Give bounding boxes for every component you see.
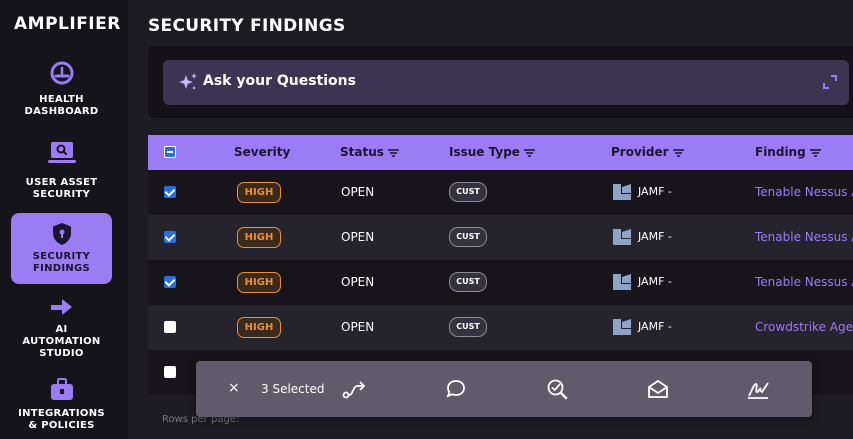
column-label: Severity: [234, 145, 291, 159]
ask-label: Ask your Questions: [203, 73, 356, 89]
column-label: Finding: [755, 145, 806, 159]
sidebar-item-label: SECURITY: [32, 189, 91, 200]
filter-icon[interactable]: [672, 148, 684, 157]
column-label: Provider: [611, 145, 669, 159]
expand-icon[interactable]: [823, 75, 837, 89]
verify-icon[interactable]: [546, 378, 568, 400]
sidebar-item-label: HEALTH: [39, 94, 84, 105]
status-text: OPEN: [341, 320, 375, 334]
column-label: Issue Type: [449, 145, 520, 159]
sidebar-item-label: FINDINGS: [32, 263, 91, 274]
jamf-logo-icon: [613, 319, 631, 335]
mail-open-icon[interactable]: [647, 378, 669, 400]
select-all-checkbox[interactable]: [164, 146, 176, 158]
column-finding[interactable]: Finding: [755, 145, 821, 159]
sidebar-item-label: AUTOMATION: [22, 336, 101, 347]
severity-badge: HIGH: [237, 227, 281, 248]
toolbox-icon: [50, 378, 73, 400]
signature-icon[interactable]: [747, 378, 769, 400]
provider-name: JAMF -: [638, 320, 672, 333]
table-header: Severity Status Issue Type Provider Find…: [148, 135, 853, 170]
column-label: Status: [340, 145, 384, 159]
laptop-search-icon: [47, 142, 76, 163]
column-provider[interactable]: Provider: [611, 145, 684, 159]
issue-type-badge: CUST: [449, 272, 487, 292]
sidebar-item-label: STUDIO: [39, 348, 84, 359]
shield-lock-icon: [52, 223, 71, 245]
finding-link[interactable]: Tenable Nessus A: [755, 185, 853, 199]
filter-icon[interactable]: [523, 148, 535, 157]
sidebar-item-label: SECURITY: [32, 251, 91, 262]
provider-name: JAMF -: [638, 275, 672, 288]
app-root: AMPLIFIER HEALTH DASHBOARD USER ASSET SE…: [0, 0, 853, 439]
sidebar-item-health-dashboard[interactable]: HEALTH DASHBOARD: [11, 60, 112, 124]
sidebar-item-label: & POLICIES: [28, 420, 95, 431]
comment-icon[interactable]: [445, 378, 467, 400]
table-row[interactable]: HIGH OPEN CUST JAMF - Tenable Nessus A: [148, 260, 853, 305]
provider-name: JAMF -: [638, 185, 672, 198]
jamf-logo-icon: [613, 274, 631, 290]
sidebar-item-user-asset-security[interactable]: USER ASSET SECURITY: [11, 140, 112, 204]
filter-icon[interactable]: [809, 148, 821, 157]
sidebar-item-label: USER ASSET: [25, 177, 98, 188]
page-title: SECURITY FINDINGS: [148, 16, 346, 36]
sidebar: AMPLIFIER HEALTH DASHBOARD USER ASSET SE…: [0, 0, 128, 439]
status-text: OPEN: [341, 275, 375, 289]
filter-icon[interactable]: [387, 148, 399, 157]
jamf-logo-icon: [613, 229, 631, 245]
sidebar-item-label: DASHBOARD: [24, 106, 99, 117]
jamf-logo-icon: [613, 184, 631, 200]
severity-badge: HIGH: [237, 272, 281, 293]
severity-badge: HIGH: [237, 317, 281, 338]
table-row[interactable]: HIGH OPEN CUST JAMF - Tenable Nessus A: [148, 170, 853, 215]
gauge-icon: [50, 61, 73, 85]
arrow-right-icon: [50, 299, 72, 315]
finding-link[interactable]: Tenable Nessus A: [755, 275, 853, 289]
provider-name: JAMF -: [638, 230, 672, 243]
row-checkbox[interactable]: [164, 186, 176, 198]
issue-type-badge: CUST: [449, 182, 487, 202]
status-text: OPEN: [341, 185, 375, 199]
sidebar-item-security-findings[interactable]: SECURITY FINDINGS: [11, 213, 112, 284]
column-status[interactable]: Status: [340, 145, 399, 159]
row-checkbox[interactable]: [164, 321, 176, 333]
ask-panel: Ask your Questions: [148, 46, 853, 118]
sparkle-icon: [179, 73, 197, 90]
app-logo: AMPLIFIER: [14, 14, 121, 34]
finding-link[interactable]: Crowdstrike Agen: [755, 320, 853, 334]
sidebar-item-label: AI: [55, 324, 68, 335]
sidebar-item-integrations-policies[interactable]: INTEGRATIONS & POLICIES: [11, 378, 112, 439]
row-checkbox[interactable]: [164, 231, 176, 243]
column-issue-type[interactable]: Issue Type: [449, 145, 535, 159]
row-checkbox[interactable]: [164, 276, 176, 288]
table-row[interactable]: HIGH OPEN CUST JAMF - Tenable Nessus A: [148, 215, 853, 260]
row-checkbox[interactable]: [164, 366, 176, 378]
severity-badge: HIGH: [237, 182, 281, 203]
selection-action-bar: × 3 Selected: [196, 361, 812, 417]
issue-type-badge: CUST: [449, 317, 487, 337]
column-severity[interactable]: Severity: [234, 145, 290, 159]
ask-questions-box[interactable]: Ask your Questions: [163, 60, 849, 105]
issue-type-badge: CUST: [449, 227, 487, 247]
table-row[interactable]: HIGH OPEN CUST JAMF - Crowdstrike Agen: [148, 305, 853, 350]
finding-link[interactable]: Tenable Nessus A: [755, 230, 853, 244]
selected-count: 3 Selected: [261, 382, 325, 396]
close-selection-button[interactable]: ×: [228, 380, 240, 396]
sidebar-item-label: INTEGRATIONS: [18, 408, 105, 419]
sidebar-item-ai-automation-studio[interactable]: AI AUTOMATION STUDIO: [11, 296, 112, 364]
route-icon[interactable]: [342, 378, 368, 400]
status-text: OPEN: [341, 230, 375, 244]
